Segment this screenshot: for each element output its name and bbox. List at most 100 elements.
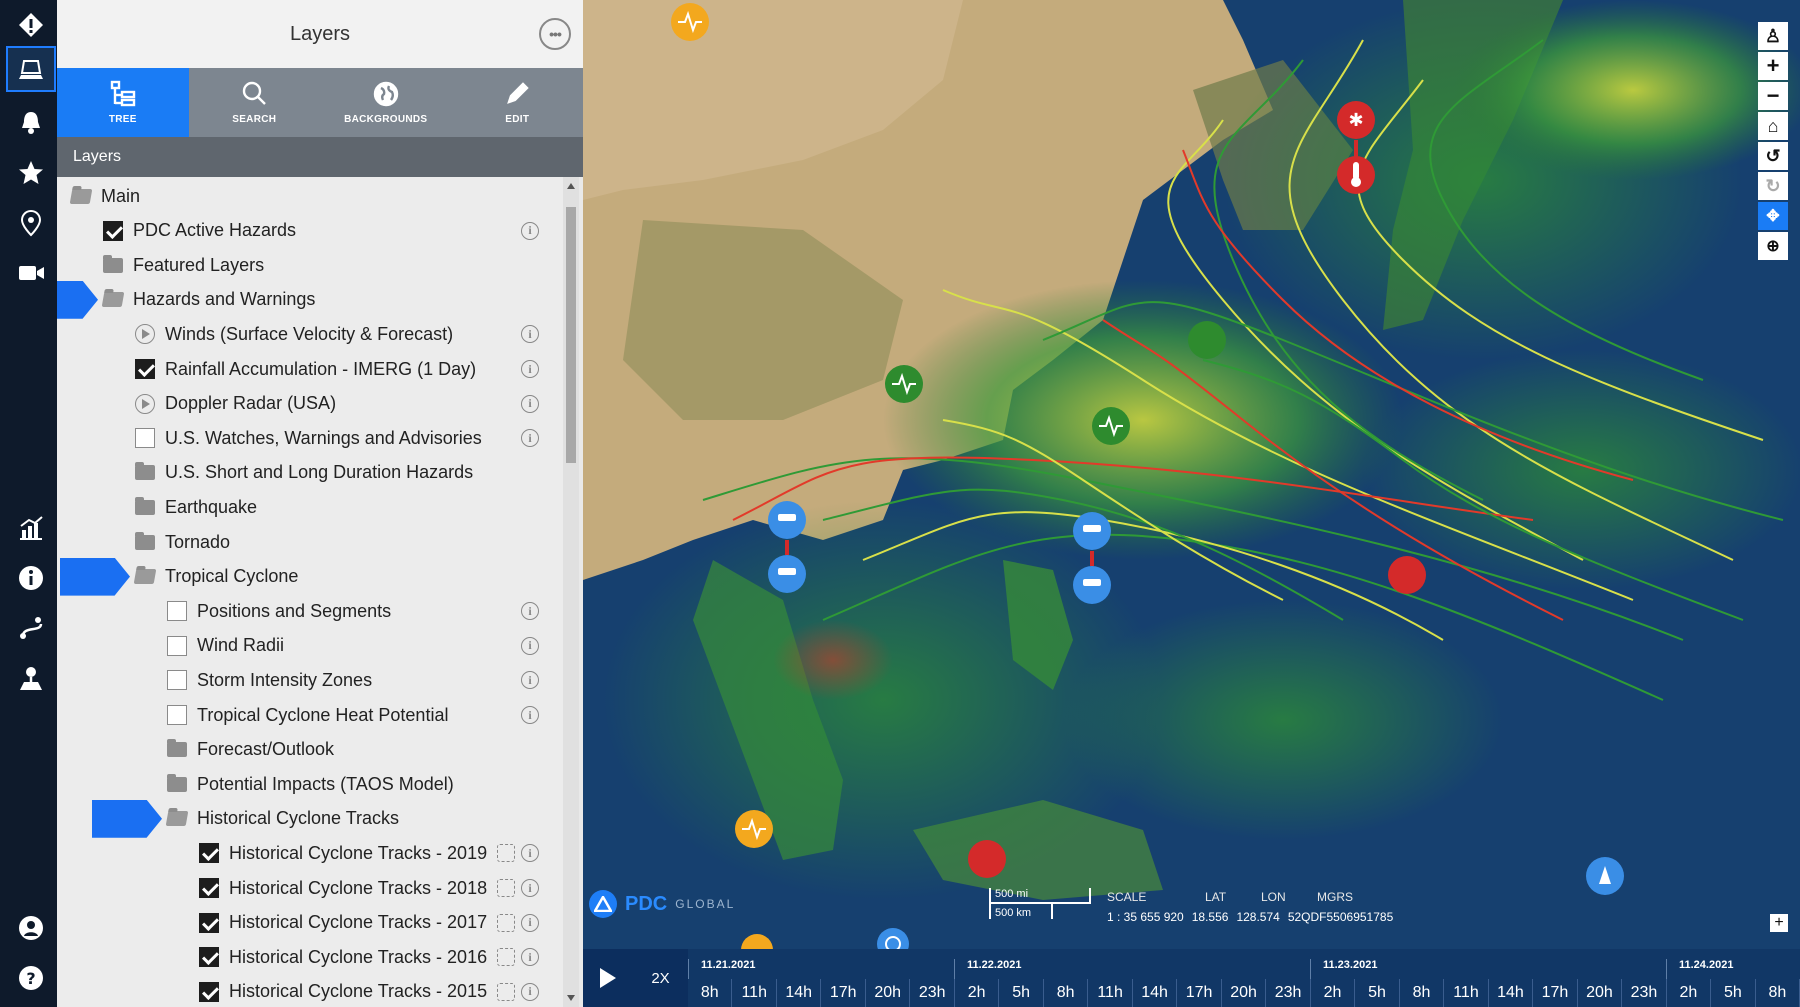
pan-icon[interactable]: ✥ [1758, 202, 1788, 230]
timeline-hour[interactable]: 14h [1489, 979, 1534, 1007]
tab-search[interactable]: SEARCH [189, 68, 321, 137]
tree-row[interactable]: Doppler Radar (USA) i [135, 387, 563, 421]
tree-row[interactable]: Storm Intensity Zones i [167, 663, 563, 697]
layer-checkbox[interactable] [167, 705, 187, 725]
timeline-hour[interactable]: 2h [1667, 979, 1712, 1007]
tree-row[interactable]: Potential Impacts (TAOS Model) [167, 767, 563, 801]
tree-row[interactable]: U.S. Watches, Warnings and Advisories i [135, 421, 563, 455]
zoom-to-layer-icon[interactable] [497, 948, 515, 967]
info-icon[interactable]: i [521, 602, 539, 621]
info-icon[interactable]: i [521, 429, 539, 448]
tree-scrollbar[interactable] [563, 177, 579, 1007]
help-button[interactable]: ? [6, 955, 56, 1001]
tree-row[interactable]: Historical Cyclone Tracks - 2015 i [199, 975, 563, 1007]
info-icon[interactable]: i [521, 913, 539, 932]
landslide-marker-icon[interactable] [1188, 321, 1226, 359]
tree-row[interactable]: Positions and Segments i [167, 594, 563, 628]
timeline-hour[interactable]: 8h [1400, 979, 1445, 1007]
tab-edit[interactable]: EDIT [452, 68, 584, 137]
tree-row[interactable]: Tropical Cyclone Heat Potential i [167, 698, 563, 732]
expand-icon[interactable]: + [1770, 914, 1788, 932]
timeline-track[interactable]: 8h 11h 14h 17h 20h 23h 2h 5h 8h 11h 14h 17h 20h 23h 2h… [688, 949, 1800, 1007]
zoom-in-icon[interactable]: + [1758, 52, 1788, 80]
layer-checkbox[interactable] [199, 981, 219, 1002]
flood-marker-icon[interactable] [1388, 556, 1426, 594]
timeline-hour[interactable]: 23h [910, 979, 955, 1007]
play-circle-icon[interactable] [135, 393, 155, 414]
info-icon[interactable]: i [521, 706, 539, 724]
video-camera-button[interactable] [6, 250, 56, 296]
home-icon[interactable]: ⌂ [1758, 112, 1788, 140]
timeline-hour[interactable]: 5h [999, 979, 1044, 1007]
layer-checkbox[interactable] [167, 670, 187, 691]
tree-row[interactable]: Winds (Surface Velocity & Forecast) i [135, 317, 563, 351]
timeline-hour[interactable]: 14h [1133, 979, 1178, 1007]
timeline-hour[interactable]: 17h [1177, 979, 1222, 1007]
play-circle-icon[interactable] [135, 324, 155, 345]
layer-checkbox[interactable] [199, 947, 219, 968]
tree-row[interactable]: U.S. Short and Long Duration Hazards [135, 456, 563, 490]
tree-row[interactable]: Historical Cyclone Tracks [165, 802, 563, 836]
tree-row[interactable]: Historical Cyclone Tracks - 2018 i [199, 871, 563, 905]
tree-row[interactable]: Historical Cyclone Tracks - 2016 i [199, 940, 563, 974]
landslide-marker-icon[interactable] [968, 840, 1006, 878]
layer-checkbox[interactable] [135, 428, 155, 449]
layer-checkbox[interactable] [199, 912, 219, 933]
zoom-to-layer-icon[interactable] [497, 879, 515, 897]
timeline-hour[interactable]: 20h [866, 979, 911, 1007]
scroll-up-arrow-icon[interactable] [567, 183, 575, 189]
timeline-hour[interactable]: 2h [955, 979, 1000, 1007]
info-icon[interactable]: i [521, 394, 539, 413]
tree-row[interactable]: Tornado [135, 525, 563, 559]
layer-checkbox[interactable] [199, 878, 219, 898]
star-button[interactable] [6, 150, 56, 196]
chart-button[interactable] [6, 505, 56, 551]
info-icon[interactable]: i [521, 221, 539, 240]
rotate-left-icon[interactable]: ↺ [1758, 142, 1788, 170]
location-pin-button[interactable] [6, 200, 56, 246]
route-button[interactable] [6, 605, 56, 651]
user-button[interactable] [6, 905, 56, 951]
tree-row[interactable]: Featured Layers [103, 248, 563, 282]
playback-speed-button[interactable]: 2X [633, 949, 688, 1007]
timeline-hour[interactable]: 20h [1222, 979, 1267, 1007]
tab-tree[interactable]: TREE [57, 68, 189, 137]
tab-backgrounds[interactable]: BACKGROUNDS [320, 68, 452, 137]
info-icon[interactable]: i [521, 671, 539, 690]
info-button[interactable] [6, 555, 56, 601]
map-view[interactable]: ✱ ♙ + − ⌂ ↺ ↻ ✥ ⊕ PDC GLOBAL 500 mi 500 … [583, 0, 1800, 1007]
layer-checkbox[interactable] [135, 359, 155, 379]
zoom-to-layer-icon[interactable] [497, 844, 515, 863]
timeline-hour[interactable]: 20h [1578, 979, 1623, 1007]
timeline-hour[interactable]: 11h [732, 979, 777, 1007]
layer-checkbox[interactable] [167, 601, 187, 622]
hazard-alert-button[interactable] [6, 2, 56, 48]
timeline-hour[interactable]: 11h [1444, 979, 1489, 1007]
timeline-hour[interactable]: 23h [1622, 979, 1667, 1007]
info-icon[interactable]: i [521, 360, 539, 378]
layer-checkbox[interactable] [167, 635, 187, 656]
timeline-hour[interactable]: 5h [1711, 979, 1756, 1007]
info-icon[interactable]: i [521, 325, 539, 344]
zoom-to-layer-icon[interactable] [497, 913, 515, 932]
more-options-button[interactable]: ••• [539, 18, 571, 50]
zoom-out-icon[interactable]: − [1758, 82, 1788, 110]
scroll-thumb[interactable] [566, 207, 576, 463]
info-icon[interactable]: i [521, 636, 539, 655]
tree-row[interactable]: Earthquake [135, 490, 563, 524]
zoom-to-layer-icon[interactable] [497, 982, 515, 1001]
layer-checkbox[interactable] [103, 220, 123, 241]
tree-row[interactable]: Rainfall Accumulation - IMERG (1 Day) i [135, 352, 563, 386]
tree-row[interactable]: Tropical Cyclone [133, 560, 563, 594]
info-icon[interactable]: i [521, 948, 539, 967]
timeline-hour[interactable]: 8h [688, 979, 733, 1007]
timeline-hour[interactable]: 8h [1044, 979, 1089, 1007]
info-icon[interactable]: i [521, 982, 539, 1001]
zoom-box-icon[interactable]: ⊕ [1758, 232, 1788, 260]
info-icon[interactable]: i [521, 844, 539, 863]
tree-row[interactable]: Main [69, 179, 563, 213]
tree-row[interactable]: Wind Radii i [167, 629, 563, 663]
scroll-down-arrow-icon[interactable] [567, 995, 575, 1001]
tree-row[interactable]: Historical Cyclone Tracks - 2019 i [199, 836, 563, 870]
bell-button[interactable] [6, 100, 56, 146]
